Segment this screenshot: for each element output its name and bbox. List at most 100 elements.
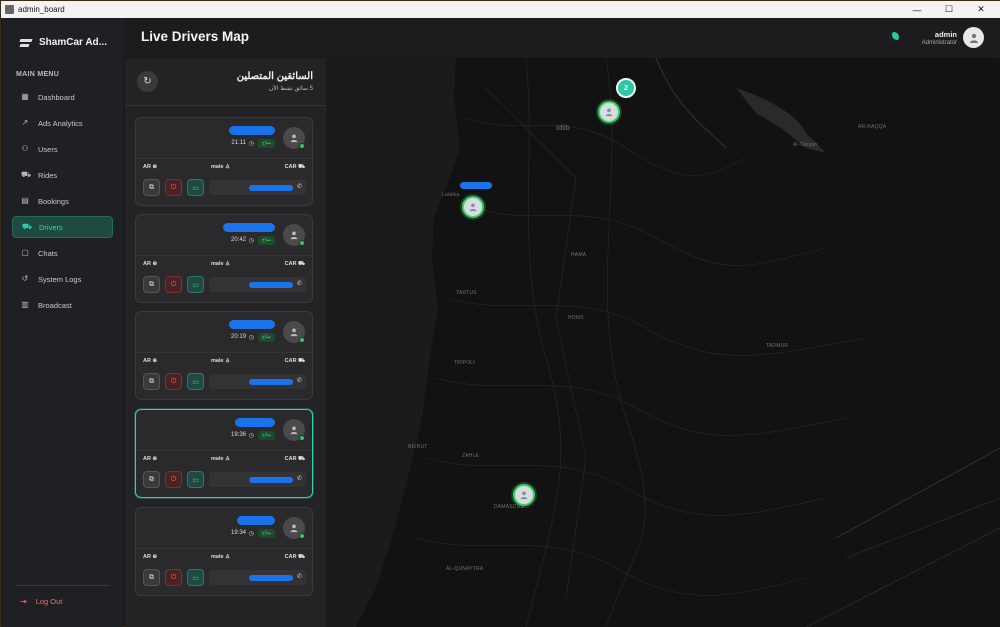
phone-field[interactable]: ✆ — [209, 277, 306, 292]
app-window: admin_board — ☐ ✕ ShamCar Ad... MAIN MEN… — [0, 0, 1000, 627]
sidebar-item-system-logs[interactable]: ↺ System Logs — [12, 268, 113, 290]
car-icon: ⛟ — [298, 554, 305, 560]
driver-card-selected[interactable]: 19:36 ◷ متاح AR ⊕ male ♙ CAR ⛟ ⧉ ⏻ ▭ ✆ — [135, 409, 313, 498]
globe-icon: ⊕ — [152, 358, 158, 364]
driver-card[interactable]: 20:19 ◷ متاح AR ⊕ male ♙ CAR ⛟ ⧉ ⏻ ▭ ✆ — [135, 311, 313, 400]
maximize-button[interactable]: ☐ — [933, 1, 965, 18]
driver-card[interactable]: 20:42 ◷ متاح AR ⊕ male ♙ CAR ⛟ ⧉ ⏻ ▭ ✆ — [135, 214, 313, 303]
online-status-dot — [299, 143, 305, 149]
disconnect-button[interactable]: ⏻ — [165, 471, 182, 488]
map-label-homs: HOMS — [568, 315, 584, 321]
driver-card[interactable]: 19:34 ◷ متاح AR ⊕ male ♙ CAR ⛟ ⧉ ⏻ ▭ ✆ — [135, 507, 313, 596]
user-icon — [290, 426, 298, 435]
online-status-dot — [299, 240, 305, 246]
phone-field[interactable]: ✆ — [209, 180, 306, 195]
language: AR ⊕ — [143, 164, 157, 170]
sidebar-item-label: Broadcast — [38, 300, 72, 310]
globe-icon: ⊕ — [152, 164, 158, 170]
driver-marker[interactable] — [462, 196, 484, 218]
redacted-driver-name — [229, 126, 275, 135]
online-status-dot — [299, 337, 305, 343]
copy-button[interactable]: ⧉ — [143, 276, 160, 293]
menu-heading: MAIN MENU — [16, 71, 60, 78]
sidebar-item-label: Ads Analytics — [38, 118, 83, 128]
power-icon: ⏻ — [170, 280, 177, 288]
refresh-button[interactable]: ↻ — [137, 71, 158, 92]
chat-button[interactable]: ▭ — [187, 471, 204, 488]
phone-field[interactable]: ✆ — [209, 374, 306, 389]
chat-icon: ▭ — [192, 574, 199, 582]
minimize-button[interactable]: — — [901, 1, 933, 18]
disconnect-button[interactable]: ⏻ — [165, 569, 182, 586]
map-label-zahle: ZAHLE — [462, 453, 480, 459]
panel-subtitle: 5 سائق نشط الآن — [268, 86, 313, 92]
map-label-latakia: Latakia — [442, 192, 460, 198]
vehicle-value: CAR — [284, 554, 297, 560]
driver-marker[interactable] — [513, 484, 535, 506]
map-label-tadmur: TADMUR — [766, 343, 789, 349]
redacted-driver-name — [229, 320, 275, 329]
page-title: Live Drivers Map — [141, 29, 250, 44]
logout-button[interactable]: ⇥ Log Out — [20, 597, 62, 606]
phone-field[interactable]: ✆ — [209, 570, 306, 585]
phone-field[interactable]: ✆ — [209, 472, 306, 487]
brand[interactable]: ShamCar Ad... — [20, 37, 107, 48]
gender-value: male — [211, 456, 224, 462]
power-icon: ⏻ — [170, 475, 177, 483]
phone-icon: ✆ — [296, 378, 302, 384]
status-badge: متاح — [258, 236, 275, 245]
map-label-al-qunaytra: AL-QUNAYTRA — [446, 566, 484, 572]
sidebar-item-dashboard[interactable]: ▦ Dashboard — [12, 86, 113, 108]
theme-toggle-moon-icon[interactable] — [889, 32, 899, 42]
phone-icon: ✆ — [296, 184, 302, 190]
panel-header: ↻ السائقين المتصلين 5 سائق نشط الآن — [125, 58, 326, 106]
last-seen-time: 20:19 — [230, 334, 246, 340]
sidebar-item-label: Drivers — [39, 222, 63, 232]
drivers-map[interactable]: Idlib Al-Tabqah AR-RAQQA Latakia HAMA TA… — [326, 58, 1000, 627]
chat-button[interactable]: ▭ — [187, 179, 204, 196]
disconnect-button[interactable]: ⏻ — [165, 373, 182, 390]
person-icon: ♙ — [225, 261, 231, 267]
disconnect-button[interactable]: ⏻ — [165, 276, 182, 293]
map-label-tripoli: TRIPOLI — [454, 360, 475, 366]
chat-button[interactable]: ▭ — [187, 373, 204, 390]
avatar[interactable] — [963, 27, 984, 48]
sidebar-item-label: Users — [38, 144, 58, 154]
sidebar-item-chats[interactable]: ▢ Chats — [12, 242, 113, 264]
user-icon — [290, 328, 298, 337]
window-titlebar: admin_board — ☐ ✕ — [1, 1, 1000, 18]
sidebar-item-users[interactable]: ⚇ Users — [12, 138, 113, 160]
vehicle-value: CAR — [284, 358, 297, 364]
copy-button[interactable]: ⧉ — [143, 373, 160, 390]
driver-marker[interactable] — [598, 101, 620, 123]
copy-button[interactable]: ⧉ — [143, 569, 160, 586]
close-button[interactable]: ✕ — [965, 1, 997, 18]
driver-card[interactable]: 21:11 ◷ متاح AR ⊕ male ♙ CAR ⛟ ⧉ ⏻ ▭ ✆ — [135, 117, 313, 206]
disconnect-button[interactable]: ⏻ — [165, 179, 182, 196]
sidebar-item-drivers[interactable]: ⛟ Drivers — [12, 216, 113, 238]
chat-icon: ▭ — [192, 184, 199, 192]
map-label-ar-raqqa: AR-RAQQA — [858, 124, 887, 130]
chat-button[interactable]: ▭ — [187, 276, 204, 293]
gender-value: male — [211, 164, 224, 170]
window-title: admin_board — [18, 5, 65, 14]
copy-button[interactable]: ⧉ — [143, 179, 160, 196]
topbar: Live Drivers Map admin Administrator — [123, 18, 1000, 57]
history-icon: ↺ — [21, 274, 29, 283]
sidebar-item-ads-analytics[interactable]: ↗ Ads Analytics — [12, 112, 113, 134]
language: AR ⊕ — [143, 456, 157, 462]
panel-title: السائقين المتصلين — [236, 71, 313, 82]
sidebar-item-bookings[interactable]: ▤ Bookings — [12, 190, 113, 212]
map-label-beirut: BEIRUT — [408, 444, 428, 450]
sidebar-item-broadcast[interactable]: ▥ Broadcast — [12, 294, 113, 316]
sidebar-item-rides[interactable]: ⛟ Rides — [12, 164, 113, 186]
person-icon: ♙ — [225, 456, 231, 462]
copy-icon: ⧉ — [149, 280, 154, 288]
chat-button[interactable]: ▭ — [187, 569, 204, 586]
copy-button[interactable]: ⧉ — [143, 471, 160, 488]
phone-icon: ✆ — [296, 281, 302, 287]
power-icon: ⏻ — [170, 377, 177, 385]
map-label-tartus: TARTUS — [456, 290, 477, 296]
driver-cluster-marker[interactable]: 2 — [616, 78, 636, 98]
sidebar-item-label: Dashboard — [38, 92, 75, 102]
